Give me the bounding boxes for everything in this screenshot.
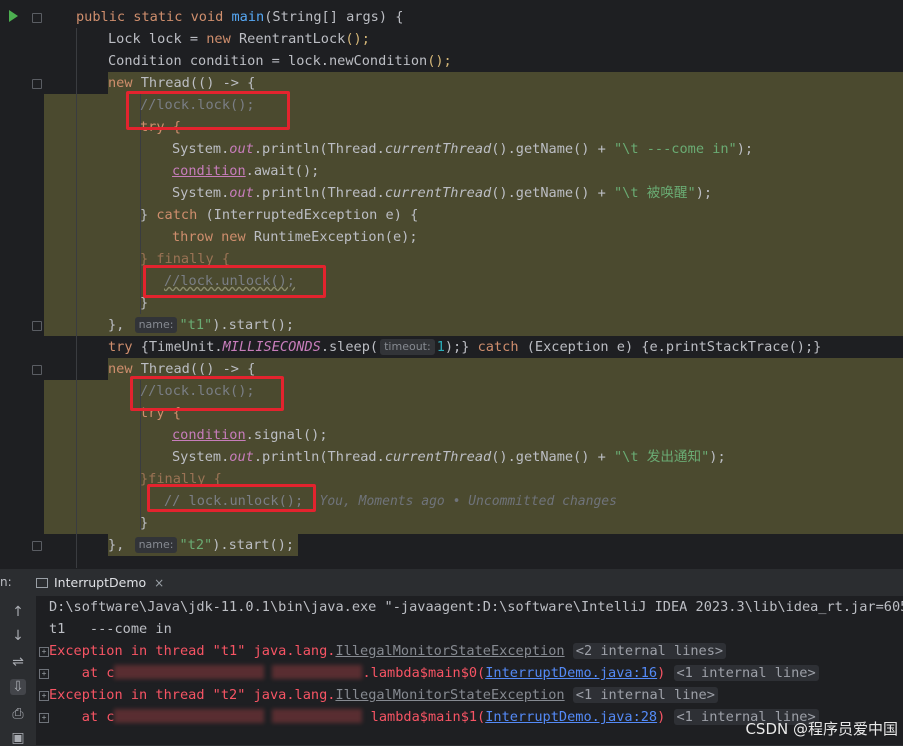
- run-panel-header: n: InterruptDemo ×: [0, 568, 903, 598]
- param-hint: timeout:: [380, 339, 435, 355]
- annotation-box: [147, 484, 316, 512]
- console-line: D:\software\Java\jdk-11.0.1\bin\java.exe…: [49, 599, 903, 615]
- editor-gutter: [0, 0, 44, 568]
- code-line: try {TimeUnit.MILLISECONDS.sleep(timeout…: [108, 339, 822, 355]
- code-line: }, name: "t1").start();: [108, 317, 295, 333]
- trash-icon[interactable]: ▣: [10, 730, 26, 746]
- run-main-icon[interactable]: [9, 10, 18, 22]
- redacted-region: [114, 665, 265, 679]
- collapsed-lines[interactable]: <1 internal line>: [572, 687, 718, 703]
- console-error-line: Exception in thread "t1" java.lang.Illeg…: [49, 640, 727, 662]
- code-line: throw new RuntimeException(e);: [172, 229, 418, 245]
- code-line: Lock lock = new ReentrantLock();: [108, 31, 370, 47]
- fold-marker-icon[interactable]: [32, 79, 42, 89]
- param-hint: name:: [134, 537, 178, 553]
- expand-icon[interactable]: +: [39, 647, 49, 657]
- code-line: }: [140, 515, 149, 531]
- code-editor[interactable]: public static void main(String[] args) {…: [0, 0, 903, 568]
- annotation-box: [126, 91, 290, 130]
- redacted-region: [272, 709, 363, 723]
- inline-blame: You, Moments ago • Uncommitted changes: [319, 494, 617, 509]
- console-line: t1 ---come in: [49, 621, 172, 637]
- expand-icon[interactable]: +: [39, 691, 49, 701]
- arrow-down-icon[interactable]: ↓: [10, 628, 26, 644]
- fold-marker-icon[interactable]: [32, 365, 42, 375]
- scroll-to-end-icon[interactable]: ⇩: [10, 679, 26, 695]
- annotation-box: [130, 376, 284, 411]
- annotation-box: [143, 265, 326, 298]
- expand-icon[interactable]: +: [39, 669, 49, 679]
- exception-link[interactable]: IllegalMonitorStateException: [335, 687, 564, 703]
- watermark: CSDN @程序员爱中国: [745, 720, 898, 738]
- run-console[interactable]: ↑ ↓ ⇌ ⇩ ⎙ ▣ D:\software\Java\jdk-11.0.1\…: [0, 596, 903, 746]
- code-line: Condition condition = lock.newCondition(…: [108, 53, 452, 69]
- code-line: System.out.println(Thread.currentThread(…: [172, 141, 754, 157]
- code-line: condition.await();: [172, 163, 320, 179]
- fold-marker-icon[interactable]: [32, 541, 42, 551]
- fold-marker-icon[interactable]: [32, 13, 42, 23]
- param-hint: name:: [134, 317, 178, 333]
- redacted-region: [114, 709, 265, 723]
- redacted-region: [272, 665, 363, 679]
- code-line: }, name: "t2").start();: [108, 537, 295, 553]
- code-line: public static void main(String[] args) {: [76, 9, 404, 25]
- console-error-line: at c lambda$main$1(InterruptDemo.java:28…: [49, 706, 819, 728]
- console-error-line: Exception in thread "t2" java.lang.Illeg…: [49, 684, 718, 706]
- console-toolbar: ↑ ↓ ⇌ ⇩ ⎙ ▣: [0, 596, 36, 746]
- code-line: condition.signal();: [172, 427, 328, 443]
- collapsed-lines[interactable]: <2 internal lines>: [572, 643, 727, 659]
- code-line: System.out.println(Thread.currentThread(…: [172, 185, 713, 201]
- source-link[interactable]: InterruptDemo.java:28: [485, 709, 657, 725]
- code-line: } catch (InterruptedException e) {: [140, 207, 419, 223]
- expand-icon[interactable]: +: [39, 713, 49, 723]
- source-link[interactable]: InterruptDemo.java:16: [485, 665, 657, 681]
- tab-label: InterruptDemo: [54, 575, 147, 590]
- soft-wrap-icon[interactable]: ⇌: [10, 654, 26, 670]
- arrow-up-icon[interactable]: ↑: [10, 604, 26, 620]
- run-label: n:: [0, 575, 12, 589]
- indent-guide: [76, 28, 77, 568]
- console-icon: [36, 577, 48, 588]
- collapsed-lines[interactable]: <1 internal line>: [673, 665, 819, 681]
- code-line: System.out.println(Thread.currentThread(…: [172, 449, 726, 465]
- close-icon[interactable]: ×: [154, 576, 164, 590]
- tab-interrupt-demo[interactable]: InterruptDemo ×: [28, 569, 173, 598]
- console-error-line: at c .lambda$main$0(InterruptDemo.java:16…: [49, 662, 819, 684]
- exception-link[interactable]: IllegalMonitorStateException: [335, 643, 564, 659]
- fold-marker-icon[interactable]: [32, 321, 42, 331]
- print-icon[interactable]: ⎙: [10, 706, 26, 722]
